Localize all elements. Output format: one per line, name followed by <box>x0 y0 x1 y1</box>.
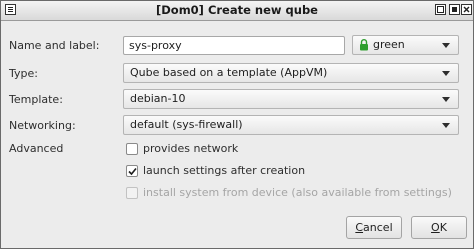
window-title: [Dom0] Create new qube <box>156 3 318 17</box>
type-label: Type: <box>9 67 38 80</box>
chevron-down-icon <box>442 123 450 128</box>
cancel-button[interactable]: Cancel <box>346 216 402 239</box>
chevron-down-icon <box>442 97 450 102</box>
name-label: Name and label: <box>9 39 100 52</box>
install-system-checkbox <box>126 187 138 199</box>
template-value: debian-10 <box>130 92 186 105</box>
type-select[interactable]: Qube based on a template (AppVM) <box>123 63 459 83</box>
label-color-select[interactable]: green <box>352 35 459 55</box>
cancel-mnemonic: C <box>355 221 364 234</box>
minimize-icon <box>452 7 457 12</box>
template-select[interactable]: debian-10 <box>123 89 459 109</box>
close-button[interactable] <box>461 4 472 15</box>
launch-settings-checkbox[interactable] <box>126 165 138 177</box>
checkmark-icon <box>128 167 137 176</box>
launch-settings-label: launch settings after creation <box>143 164 306 177</box>
name-input[interactable]: sys-proxy <box>123 36 345 55</box>
lock-icon <box>360 39 368 51</box>
advanced-label: Advanced <box>9 142 64 155</box>
minimize-button[interactable] <box>449 4 460 15</box>
ok-mnemonic: O <box>431 221 440 234</box>
label-color-value: green <box>373 38 405 51</box>
install-system-label: install system from device (also availab… <box>143 186 452 199</box>
networking-select[interactable]: default (sys-firewall) <box>123 115 459 135</box>
maximize-button[interactable] <box>435 4 446 15</box>
type-value: Qube based on a template (AppVM) <box>130 66 328 79</box>
template-label: Template: <box>9 93 63 106</box>
dialog-window: [Dom0] Create new qube Name and label: s… <box>0 0 474 249</box>
ok-label-rest: K <box>439 221 447 234</box>
provides-network-checkbox[interactable] <box>126 143 138 155</box>
ok-button[interactable]: OK <box>411 216 467 239</box>
chevron-down-icon <box>442 71 450 76</box>
close-icon <box>463 6 470 13</box>
cancel-label-rest: ancel <box>363 221 393 234</box>
title-bar[interactable]: [Dom0] Create new qube <box>1 1 473 21</box>
networking-label: Networking: <box>9 119 76 132</box>
dialog-content: Name and label: sys-proxy green Type: Qu… <box>1 21 473 248</box>
networking-value: default (sys-firewall) <box>130 118 243 131</box>
maximize-icon <box>437 6 444 13</box>
provides-network-label: provides network <box>143 142 239 155</box>
chevron-down-icon <box>442 43 450 48</box>
